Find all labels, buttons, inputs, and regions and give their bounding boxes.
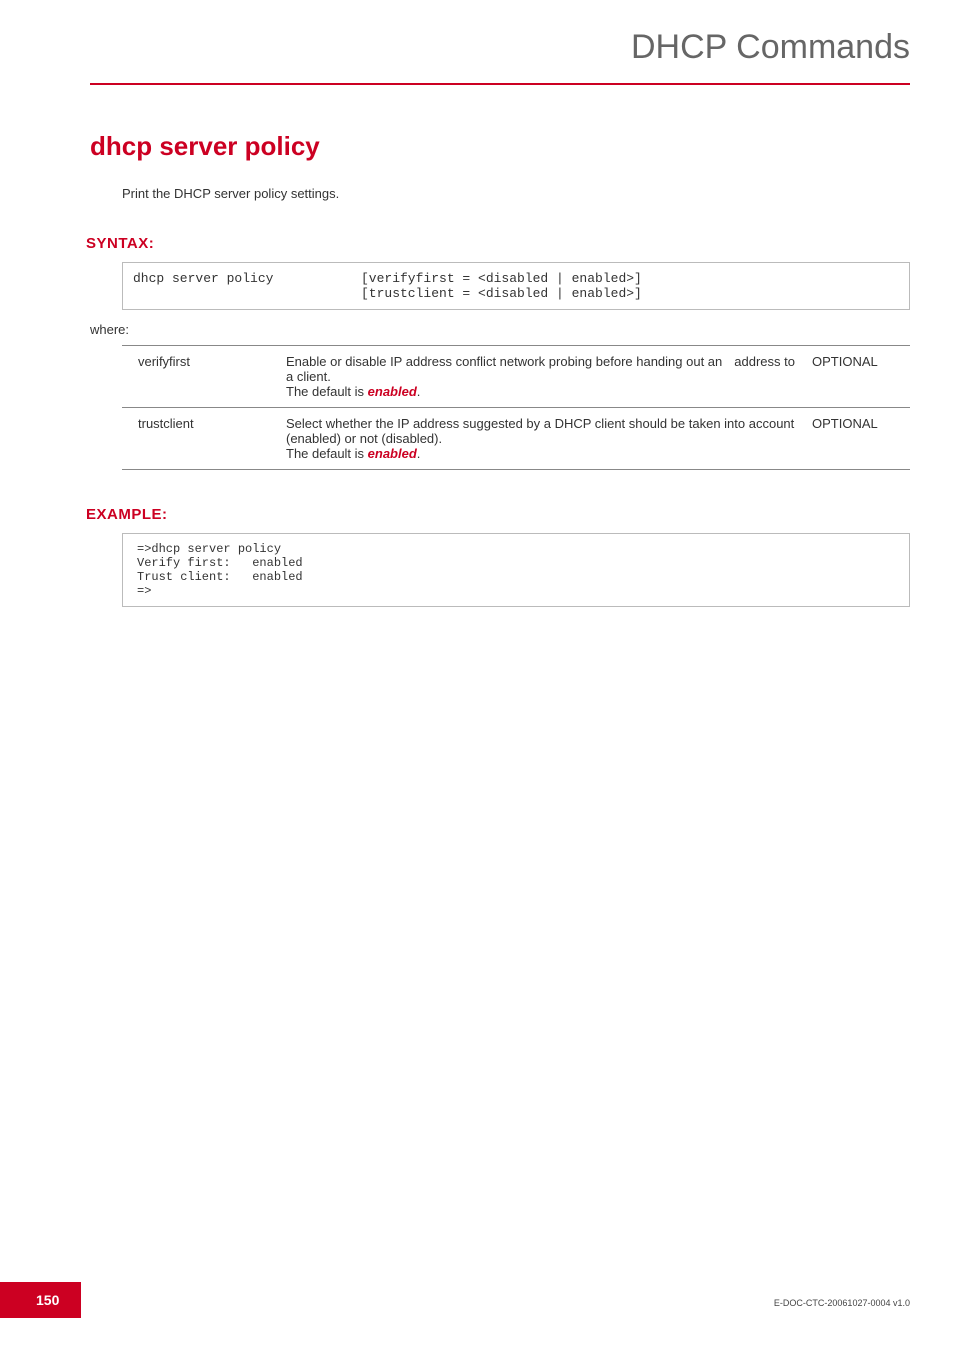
doc-reference: E-DOC-CTC-20061027-0004 v1.0 xyxy=(774,1298,910,1308)
param-name: trustclient xyxy=(122,408,286,470)
param-default-after: . xyxy=(417,384,421,399)
syntax-label: SYNTAX: xyxy=(86,235,910,252)
where-label: where: xyxy=(90,322,910,337)
param-default-after: . xyxy=(417,446,421,461)
syntax-box: dhcp server policy [verifyfirst = <disab… xyxy=(122,262,910,310)
param-desc: Select whether the IP address suggested … xyxy=(286,408,812,470)
param-default-value: enabled xyxy=(368,446,417,461)
param-req: OPTIONAL xyxy=(812,408,910,470)
param-desc-text: Enable or disable IP address conflict ne… xyxy=(286,354,722,369)
table-row: trustclient Select whether the IP addres… xyxy=(122,408,910,470)
param-req: OPTIONAL xyxy=(812,346,910,408)
page-header-title: DHCP Commands xyxy=(631,28,910,66)
param-name: verifyfirst xyxy=(122,346,286,408)
param-desc: Enable or disable IP address conflict ne… xyxy=(286,346,812,408)
param-desc-text: Select whether the IP address suggested … xyxy=(286,416,794,446)
footer: 150 E-DOC-CTC-20061027-0004 v1.0 xyxy=(0,1282,954,1318)
param-default-line: The default is xyxy=(286,446,368,461)
table-row: verifyfirst Enable or disable IP address… xyxy=(122,346,910,408)
param-default-value: enabled xyxy=(368,384,417,399)
param-default-line: The default is xyxy=(286,384,368,399)
example-label: EXAMPLE: xyxy=(86,506,910,523)
params-table: verifyfirst Enable or disable IP address… xyxy=(122,345,910,470)
syntax-command: dhcp server policy xyxy=(133,271,361,301)
page-number-badge: 150 xyxy=(0,1282,81,1318)
example-box: =>dhcp server policy Verify first: enabl… xyxy=(122,533,910,607)
syntax-args: [verifyfirst = <disabled | enabled>] [tr… xyxy=(361,271,899,301)
command-description: Print the DHCP server policy settings. xyxy=(122,186,910,201)
command-title: dhcp server policy xyxy=(90,131,910,162)
